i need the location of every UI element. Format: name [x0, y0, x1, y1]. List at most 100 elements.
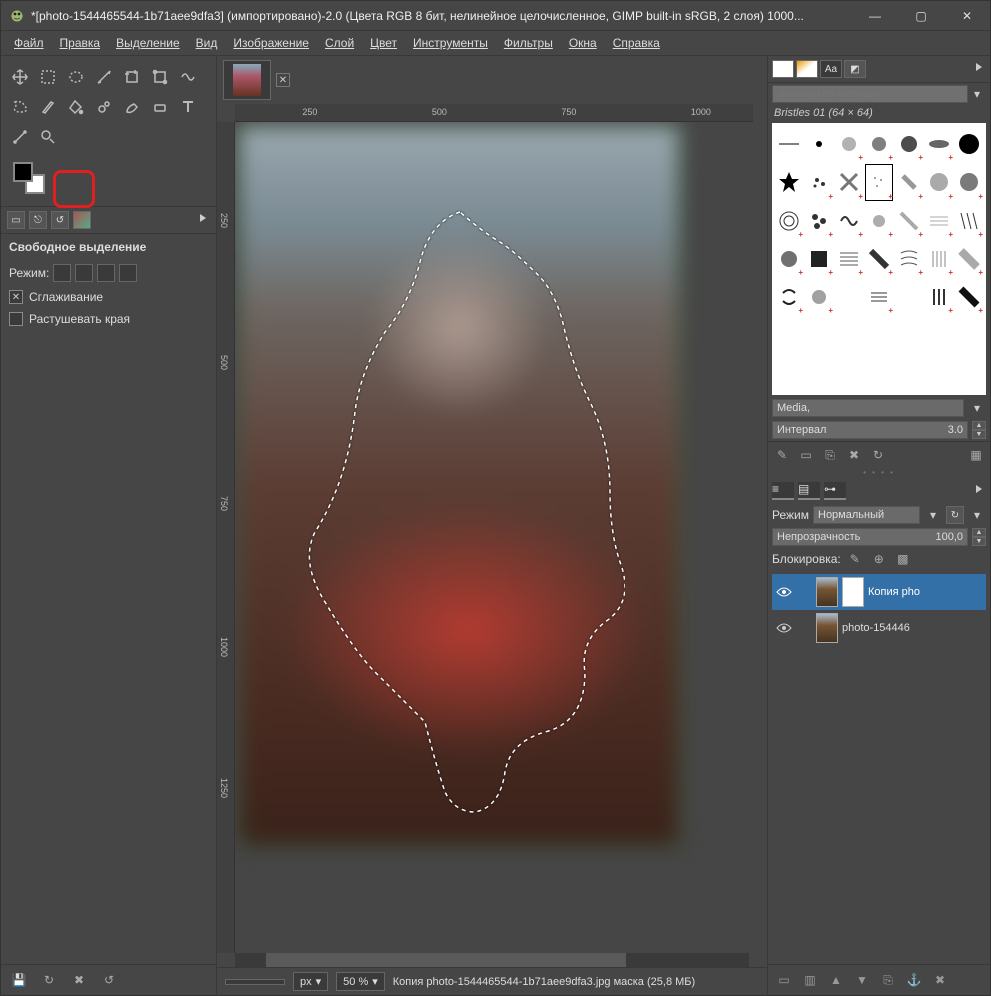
tool-zoom[interactable] — [37, 126, 59, 148]
tool-transform[interactable] — [149, 66, 171, 88]
tool-text[interactable] — [177, 96, 199, 118]
maximize-button[interactable]: ▢ — [898, 1, 944, 31]
tab-images[interactable] — [73, 211, 91, 229]
interval-spinner[interactable]: ▲▼ — [972, 421, 986, 439]
antialias-checkbox[interactable]: ✕ — [9, 290, 23, 304]
dock-menu-icon[interactable] — [972, 60, 986, 74]
refresh-brushes-icon[interactable]: ↻ — [868, 446, 888, 464]
layer-down-icon[interactable]: ▼ — [852, 971, 872, 989]
unit-selector[interactable]: px ▾ — [293, 972, 328, 991]
save-preset-icon[interactable]: 💾 — [9, 971, 29, 989]
brush-filter-input[interactable] — [772, 85, 968, 103]
layer-mode-select[interactable]: Нормальный — [813, 506, 920, 524]
tab-device[interactable]: ⎋ — [29, 211, 47, 229]
layer-item[interactable]: Копия pho — [772, 574, 986, 610]
media-selector[interactable]: Media, — [772, 399, 964, 417]
menu-windows[interactable]: Окна — [562, 33, 604, 53]
dup-layer-icon[interactable]: ⎘ — [878, 971, 898, 989]
new-brush-icon[interactable]: ▭ — [796, 446, 816, 464]
menu-view[interactable]: Вид — [189, 33, 225, 53]
menu-file[interactable]: Файл — [7, 33, 51, 53]
mode-dropdown-icon[interactable]: ▾ — [924, 508, 942, 522]
mode-intersect[interactable] — [119, 264, 137, 282]
tool-rect-select[interactable] — [37, 66, 59, 88]
feather-checkbox[interactable] — [9, 312, 23, 326]
tool-warp[interactable] — [177, 66, 199, 88]
tool-free-select[interactable] — [9, 96, 31, 118]
dup-brush-icon[interactable]: ⎘ — [820, 446, 840, 464]
tab-fonts[interactable]: Aa — [820, 60, 842, 78]
edit-brush-icon[interactable]: ✎ — [772, 446, 792, 464]
tool-eraser[interactable] — [149, 96, 171, 118]
tab-channels[interactable]: ▤ — [798, 482, 820, 500]
visibility-icon[interactable] — [774, 585, 794, 599]
menu-select[interactable]: Выделение — [109, 33, 187, 53]
menu-image[interactable]: Изображение — [226, 33, 316, 53]
dock-grip[interactable]: • • • • — [768, 468, 990, 478]
menu-colors[interactable]: Цвет — [363, 33, 404, 53]
tab-paths[interactable]: ⊶ — [824, 482, 846, 500]
tool-crop[interactable] — [121, 66, 143, 88]
del-brush-icon[interactable]: ✖ — [844, 446, 864, 464]
delete-preset-icon[interactable]: ✖ — [69, 971, 89, 989]
tool-paintbrush[interactable] — [37, 96, 59, 118]
scroll-thumb[interactable] — [266, 953, 626, 967]
restore-preset-icon[interactable]: ↻ — [39, 971, 59, 989]
tab-patterns[interactable] — [772, 60, 794, 78]
tool-paths[interactable] — [93, 66, 115, 88]
tool-move[interactable] — [9, 66, 31, 88]
interval-slider[interactable]: Интервал3.0 — [772, 421, 968, 439]
merge-layer-icon[interactable]: ⚓ — [904, 971, 924, 989]
minimize-button[interactable]: — — [852, 1, 898, 31]
close-button[interactable]: ✕ — [944, 1, 990, 31]
image-tab[interactable]: ✕ — [223, 60, 271, 100]
tool-smudge[interactable] — [121, 96, 143, 118]
tab-layers[interactable]: ≡ — [772, 482, 794, 500]
feather-row[interactable]: Растушевать края — [1, 308, 216, 330]
menu-help[interactable]: Справка — [606, 33, 667, 53]
lock-pixels-icon[interactable]: ✎ — [845, 550, 865, 568]
reset-icon[interactable]: ↺ — [99, 971, 119, 989]
open-as-image-icon[interactable]: ▦ — [966, 446, 986, 464]
tool-measure[interactable] — [9, 126, 31, 148]
new-group-icon[interactable]: ▥ — [800, 971, 820, 989]
lock-position-icon[interactable]: ⊕ — [869, 550, 889, 568]
media-dropdown-icon[interactable]: ▾ — [968, 401, 986, 415]
opacity-spinner[interactable]: ▲▼ — [972, 528, 986, 546]
filter-dropdown-icon[interactable]: ▾ — [968, 85, 986, 103]
antialias-row[interactable]: ✕ Сглаживание — [1, 286, 216, 308]
layer-up-icon[interactable]: ▲ — [826, 971, 846, 989]
zoom-selector[interactable]: 50 % ▾ — [336, 972, 385, 991]
menu-edit[interactable]: Правка — [53, 33, 108, 53]
menu-filters[interactable]: Фильтры — [497, 33, 560, 53]
layer-switch-icon[interactable]: ↻ — [946, 506, 964, 524]
tab-tool-options[interactable]: ▭ — [7, 211, 25, 229]
scroll-horizontal[interactable] — [235, 953, 749, 967]
tool-ellipse-select[interactable] — [65, 66, 87, 88]
mode-subtract[interactable] — [97, 264, 115, 282]
canvas[interactable] — [235, 122, 767, 953]
ruler-vertical[interactable]: 250 500 750 1000 1250 — [217, 122, 235, 953]
ruler-horizontal[interactable]: 250 500 750 1000 — [235, 104, 753, 122]
image-tab-close-icon[interactable]: ✕ — [276, 73, 290, 87]
mode-replace[interactable] — [53, 264, 71, 282]
tab-history[interactable]: ◩ — [844, 60, 866, 78]
menu-tools[interactable]: Инструменты — [406, 33, 495, 53]
opacity-slider[interactable]: Непрозрачность100,0 — [772, 528, 968, 546]
visibility-icon[interactable] — [774, 621, 794, 635]
tool-bucket[interactable] — [65, 96, 87, 118]
tab-undo-history[interactable]: ↺ — [51, 211, 69, 229]
tool-clone[interactable] — [93, 96, 115, 118]
brush-grid[interactable]: + + + + + + + + + + + + + + + + + + + — [772, 123, 986, 395]
dock-menu-icon[interactable] — [196, 211, 210, 225]
new-layer-icon[interactable]: ▭ — [774, 971, 794, 989]
dock-menu-icon[interactable] — [972, 482, 986, 496]
mode-add[interactable] — [75, 264, 93, 282]
color-selector[interactable] — [1, 158, 216, 206]
del-layer-icon[interactable]: ✖ — [930, 971, 950, 989]
lock-alpha-icon[interactable]: ▩ — [893, 550, 913, 568]
fg-color[interactable] — [13, 162, 33, 182]
tab-gradients[interactable] — [796, 60, 818, 78]
menu-layer[interactable]: Слой — [318, 33, 361, 53]
layer-item[interactable]: photo-154446 — [772, 610, 986, 646]
